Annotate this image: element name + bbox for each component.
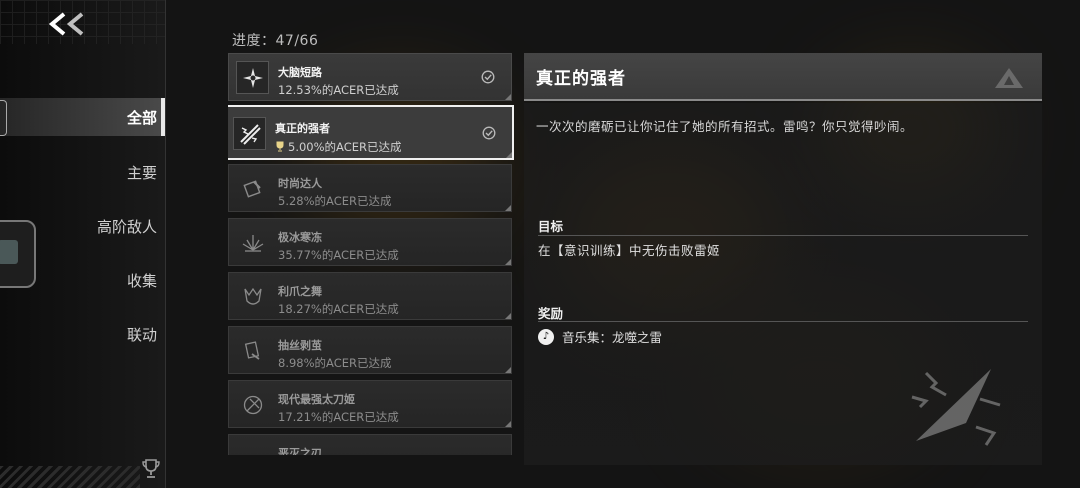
completed-check-icon	[481, 70, 495, 84]
hatch-decoration	[0, 466, 140, 488]
achievement-title: 恶灭之刃	[278, 447, 322, 455]
achievement-item[interactable]: 大脑短路 12.53%的ACER已达成	[228, 53, 512, 101]
completed-check-icon	[482, 126, 496, 140]
blade-icon	[236, 442, 269, 455]
achievement-item[interactable]: 抽丝剥茧 8.98%的ACER已达成	[228, 326, 512, 374]
detail-title: 真正的强者	[536, 69, 626, 89]
nav-item-label: 主要	[126, 163, 157, 182]
game-logo-icon	[995, 68, 1023, 88]
side-avatar-widget[interactable]	[0, 220, 36, 288]
achievement-title: 真正的强者	[275, 122, 330, 135]
achievement-rate-text: 5.00%的ACER已达成	[288, 140, 402, 154]
goal-label: 目标	[538, 219, 564, 234]
achievement-title: 时尚达人	[278, 177, 322, 190]
achievement-item-selected[interactable]: 真正的强者 5.00%的ACER已达成	[228, 105, 514, 160]
nav-item-label: 联动	[126, 325, 157, 344]
achievement-item[interactable]: 时尚达人 5.28%的ACER已达成	[228, 164, 512, 212]
back-button[interactable]	[44, 8, 90, 40]
achievement-item[interactable]: 恶灭之刃	[228, 434, 512, 455]
achievement-item[interactable]: 极冰寒冻 35.77%的ACER已达成	[228, 218, 512, 266]
divider	[538, 321, 1028, 322]
nav-item-main[interactable]: 主要	[0, 153, 165, 191]
reward-label: 奖励	[538, 306, 564, 321]
nav-item-label: 全部	[126, 108, 157, 127]
lightning-blades-icon	[233, 117, 266, 150]
katana-icon	[236, 388, 269, 421]
achievement-title: 抽丝剥茧	[278, 339, 322, 352]
achievement-rate: 5.00%的ACER已达成	[275, 139, 401, 155]
nav-item-collab[interactable]: 联动	[0, 315, 165, 353]
claw-icon	[236, 280, 269, 313]
achievement-rate: 35.77%的ACER已达成	[278, 248, 399, 262]
divider	[538, 235, 1028, 236]
achievement-detail-panel: 真正的强者 一次次的磨砺已让你记住了她的所有招式。雷鸣？你只觉得吵闹。 目标 在…	[524, 53, 1042, 465]
detail-header: 真正的强者	[524, 53, 1042, 101]
nav-item-label: 高阶敌人	[96, 217, 157, 236]
double-chevron-left-icon	[48, 12, 84, 36]
cards-icon	[236, 334, 269, 367]
achievement-item[interactable]: 现代最强太刀姬 17.21%的ACER已达成	[228, 380, 512, 428]
achievement-title: 利爪之舞	[278, 285, 322, 298]
goal-text: 在【意识训练】中无伤击败雷姬	[538, 243, 721, 258]
trophy-icon	[142, 459, 160, 478]
achievement-item[interactable]: 利爪之舞 18.27%的ACER已达成	[228, 272, 512, 320]
achievement-title: 大脑短路	[278, 66, 322, 79]
rare-trophy-icon	[276, 141, 284, 152]
progress-label: 进度：47/66	[232, 33, 319, 49]
nav-item-label: 收集	[126, 271, 157, 290]
detail-description: 一次次的磨砺已让你记住了她的所有招式。雷鸣？你只觉得吵闹。	[536, 119, 914, 134]
achievement-rate: 12.53%的ACER已达成	[278, 83, 399, 97]
achievement-rate: 5.28%的ACER已达成	[278, 194, 392, 208]
reward-text: 音乐集：龙噬之雷	[562, 330, 663, 345]
music-note-icon: ♪	[538, 328, 554, 345]
costume-icon	[236, 172, 269, 205]
category-sidebar: 全部 主要 高阶敌人 收集 联动	[0, 0, 166, 488]
achievement-title: 极冰寒冻	[278, 231, 322, 244]
ice-crystal-icon	[236, 226, 269, 259]
achievement-title: 现代最强太刀姬	[278, 393, 355, 406]
achievement-rate: 18.27%的ACER已达成	[278, 302, 399, 316]
reward-item[interactable]: ♪ 音乐集：龙噬之雷	[538, 327, 662, 346]
achievement-rate: 17.21%的ACER已达成	[278, 410, 399, 424]
lightning-blades-emblem-icon	[911, 369, 1001, 446]
crossed-blades-icon	[236, 61, 269, 94]
achievement-rate: 8.98%的ACER已达成	[278, 356, 392, 370]
nav-item-all[interactable]: 全部	[0, 98, 165, 136]
achievement-list[interactable]: 大脑短路 12.53%的ACER已达成 真正的强者 5.00%的ACER已达成 …	[228, 53, 514, 455]
